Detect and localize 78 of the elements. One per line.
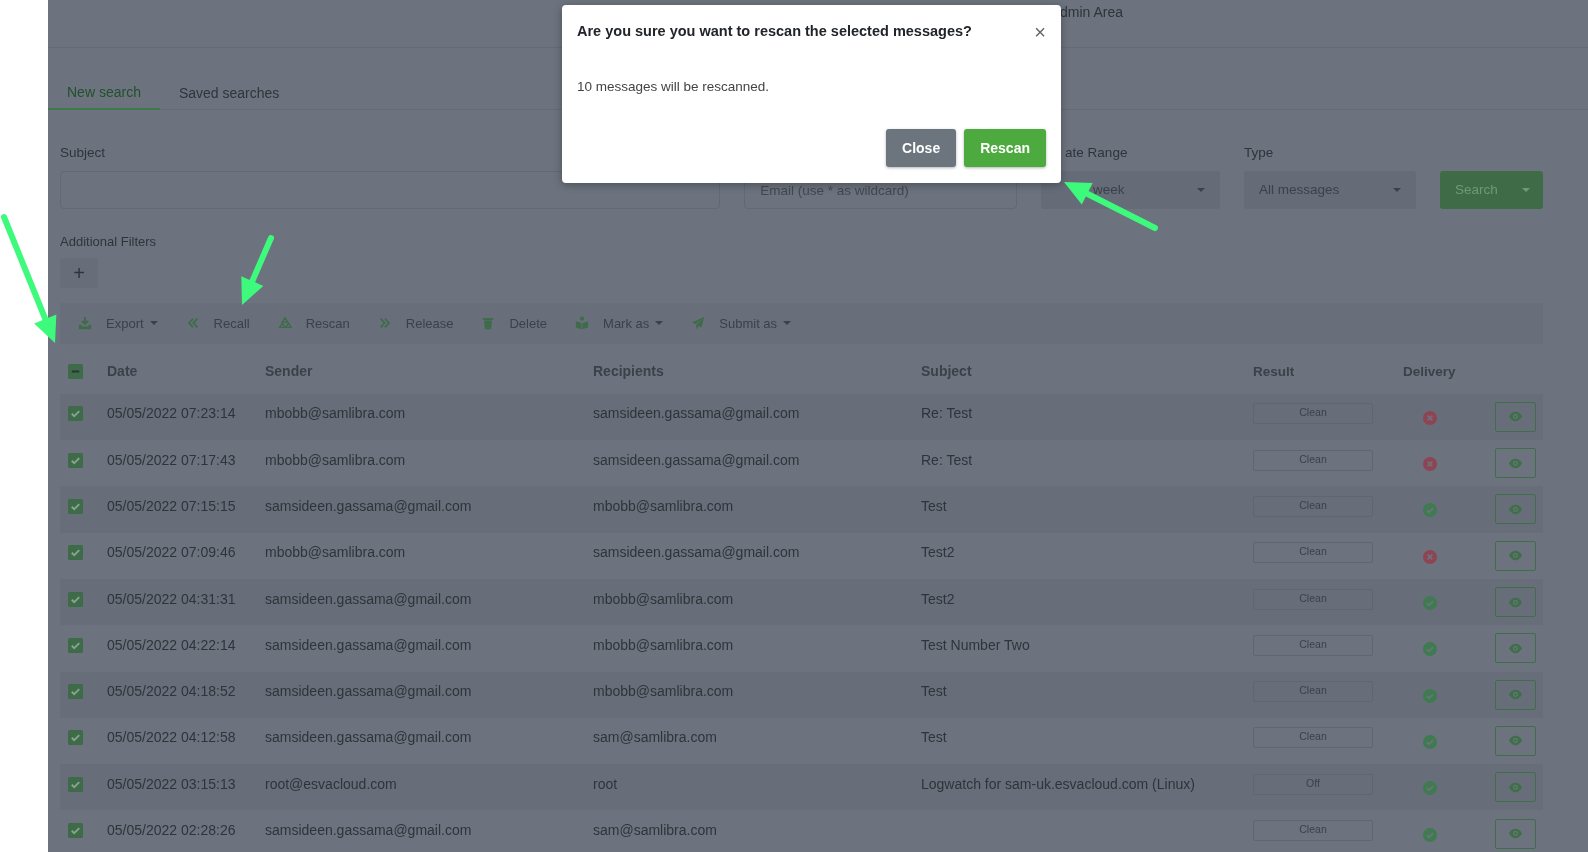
modal-title: Are you sure you want to rescan the selected messages?: [577, 22, 972, 41]
table-cell: sam@samlibra.com: [593, 822, 717, 839]
paper-plane-icon: [691, 316, 706, 331]
table-cell: 05/05/2022 04:12:58: [107, 729, 236, 746]
table-cell: root: [593, 775, 618, 792]
table-cell: Re: Test: [921, 405, 973, 422]
field-label: ate Range: [1065, 144, 1129, 162]
table-cell: mbobb@samlibra.com: [593, 590, 734, 607]
annotation-arrow: [241, 235, 274, 305]
search-tab[interactable]: New search: [48, 68, 160, 110]
table-cell: Test2: [921, 544, 955, 561]
table-cell: 05/05/2022 03:15:13: [107, 775, 236, 792]
row-checkbox[interactable]: [68, 452, 83, 468]
nav-link-text[interactable]: dmin Area: [1060, 4, 1124, 20]
table-cell: Test: [921, 498, 947, 514]
view-button[interactable]: [1495, 633, 1536, 664]
table-cell: Test2: [921, 590, 955, 607]
add-filter-button[interactable]: +: [60, 257, 98, 288]
table-cell: root@esvacloud.com: [265, 775, 397, 792]
table-cell: mbobb@samlibra.com: [265, 544, 406, 561]
row-checkbox[interactable]: [68, 730, 83, 746]
trash-icon: [481, 316, 496, 331]
close-dialog-button[interactable]: Close: [886, 129, 957, 167]
recycle-icon: [277, 316, 292, 331]
table-cell: mbobb@samlibra.com: [593, 683, 734, 700]
table-cell: mbobb@samlibra.com: [593, 498, 734, 514]
download-icon: [78, 316, 92, 331]
table-cell: sam@samlibra.com: [593, 729, 717, 746]
select-all-checkbox[interactable]: [68, 364, 83, 380]
table-cell: 05/05/2022 04:18:52: [107, 683, 236, 700]
table-cell: 05/05/2022 07:23:14: [107, 405, 236, 422]
view-button[interactable]: [1495, 448, 1536, 479]
table-cell: 05/05/2022 04:31:31: [107, 590, 236, 607]
subject-field[interactable]: [60, 171, 721, 210]
row-checkbox[interactable]: [68, 406, 83, 422]
table-cell: 05/05/2022 07:15:15: [107, 498, 236, 514]
table-cell: samsideen.gassama@gmail.com: [593, 451, 800, 468]
table-cell: Re: Test: [921, 451, 973, 468]
row-checkbox[interactable]: [68, 776, 83, 792]
row-checkbox[interactable]: [68, 591, 83, 607]
row-checkbox[interactable]: [68, 545, 83, 561]
row-checkbox[interactable]: [68, 823, 83, 839]
table-cell: samsideen.gassama@gmail.com: [593, 544, 800, 561]
table-cell: Logwatch for sam-uk.esvacloud.com (Linux): [921, 775, 1195, 792]
search-tab[interactable]: Saved searches: [159, 68, 299, 110]
table-cell: Test: [921, 729, 947, 746]
section-label: Additional Filters: [60, 233, 158, 252]
eye-icon: [1508, 502, 1523, 517]
field-label: Type: [1244, 144, 1275, 162]
table-cell: samsideen.gassama@gmail.com: [265, 822, 472, 839]
table-cell: 05/05/2022 04:22:14: [107, 636, 236, 653]
double-chevron-right-icon: [377, 316, 392, 331]
table-cell: samsideen.gassama@gmail.com: [265, 636, 472, 653]
view-button[interactable]: [1495, 540, 1536, 571]
table-cell: samsideen.gassama@gmail.com: [265, 498, 472, 514]
view-button[interactable]: [1495, 725, 1536, 756]
table-cell: mbobb@samlibra.com: [265, 451, 406, 468]
rescan-button[interactable]: Rescan: [964, 129, 1046, 167]
table-cell: samsideen.gassama@gmail.com: [265, 729, 472, 746]
field-label: Subject: [60, 144, 107, 162]
row-checkbox[interactable]: [68, 684, 83, 700]
table-cell: Test Number Two: [921, 636, 1030, 653]
table-cell: mbobb@samlibra.com: [593, 636, 734, 653]
close-button[interactable]: ×: [1034, 21, 1046, 42]
double-chevron-left-icon: [185, 316, 200, 331]
table-cell: samsideen.gassama@gmail.com: [593, 405, 800, 422]
table-cell: samsideen.gassama@gmail.com: [265, 590, 472, 607]
table-cell: Test: [921, 683, 947, 700]
table-cell: 05/05/2022 07:09:46: [107, 544, 236, 561]
row-checkbox[interactable]: [68, 637, 83, 653]
row-checkbox[interactable]: [68, 499, 83, 514]
table-cell: mbobb@samlibra.com: [265, 405, 406, 422]
table-cell: samsideen.gassama@gmail.com: [265, 683, 472, 700]
view-button[interactable]: [1495, 818, 1536, 849]
modal-message: 10 messages will be rescanned.: [577, 77, 771, 96]
reader-icon: [575, 316, 590, 331]
table-cell: 05/05/2022 02:28:26: [107, 822, 236, 839]
table-cell: 05/05/2022 07:17:43: [107, 451, 236, 468]
